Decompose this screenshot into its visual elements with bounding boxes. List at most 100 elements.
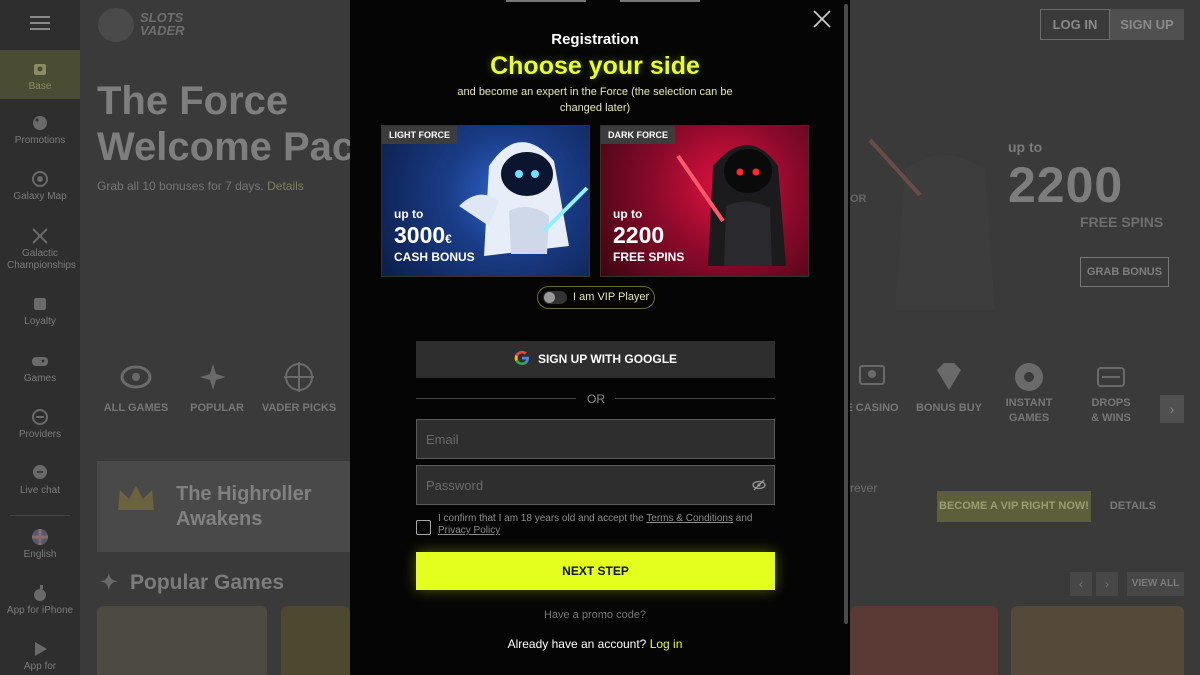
dark-amount: 2200 (613, 222, 665, 248)
sidebar-item-label: Promotions (14, 135, 66, 146)
popular-games-heading: ✦ Popular Games (100, 570, 284, 595)
eye-slash-icon[interactable] (752, 478, 766, 492)
modal-login-link[interactable]: Log in (650, 637, 683, 651)
category-label: VADER PICKS (261, 402, 337, 414)
close-icon[interactable] (811, 8, 833, 30)
light-force-card[interactable]: LIGHT FORCE up to 3000€ CASH BONUS (381, 125, 590, 277)
dark-upto: up to (613, 207, 643, 221)
vip-player-toggle[interactable]: I am VIP Player (537, 286, 655, 309)
header-signup-button[interactable]: SIGN UP (1110, 9, 1184, 40)
privacy-policy-link[interactable]: Privacy Policy (438, 525, 500, 536)
google-signup-label: SIGN UP WITH GOOGLE (537, 352, 678, 366)
password-field[interactable] (416, 465, 775, 505)
sidebar-item-app-iphone[interactable]: App for iPhone (0, 584, 80, 616)
sidebar-item-base[interactable]: Base (0, 50, 80, 99)
category-drops-wins[interactable]: DROPS & WINS (1079, 360, 1143, 426)
category-all-games[interactable]: ALL GAMES (102, 360, 170, 414)
modal-headline: Choose your side (490, 52, 700, 80)
vip-banner-title: The Highroller Awakens (176, 482, 312, 532)
crosshair-icon (284, 362, 314, 392)
view-all-button[interactable]: VIEW ALL (1127, 572, 1184, 596)
popular-title: Popular Games (130, 571, 285, 594)
terms-and: and (735, 513, 753, 524)
sidebar-item-label: Galactic Championships (7, 248, 76, 271)
sidebar-item-live-chat[interactable]: Live chat (0, 464, 80, 496)
uk-flag-icon (32, 529, 48, 545)
instant-games-icon (1015, 363, 1043, 391)
game-thumbnail[interactable] (97, 606, 267, 675)
become-vip-button[interactable]: BECOME A VIP RIGHT NOW! (937, 491, 1091, 522)
vip-details-button[interactable]: DETAILS (1100, 491, 1166, 522)
sidebar-item-loyalty[interactable]: Loyalty (0, 295, 80, 327)
terms-conditions-link[interactable]: Terms & Conditions (646, 513, 733, 524)
light-bonus-label: CASH BONUS (394, 250, 475, 264)
vip-switch[interactable] (543, 291, 567, 304)
popular-prev-button[interactable]: ‹ (1070, 572, 1092, 596)
sidebar-item-games[interactable]: Games (0, 352, 80, 384)
sidebar-item-label: Providers (18, 429, 62, 440)
terms-text: I confirm that I am 18 years old and acc… (438, 513, 768, 537)
category-label: INSTANT GAMES (1005, 397, 1053, 424)
home-icon (34, 64, 46, 75)
vader-logo-icon (98, 8, 134, 42)
light-force-tag: LIGHT FORCE (382, 126, 457, 144)
sidebar-item-app-android[interactable]: App for (0, 640, 80, 672)
promo-code-link[interactable]: Have a promo code? (350, 609, 840, 621)
google-signup-button[interactable]: SIGN UP WITH GOOGLE (416, 341, 775, 378)
sidebar-item-label: Galaxy Map (13, 191, 67, 202)
game-thumbnail[interactable] (850, 606, 998, 675)
category-label: POPULAR (190, 402, 244, 414)
sidebar-item-providers[interactable]: Providers (0, 408, 80, 440)
sidebar-item-label: Loyalty (24, 316, 56, 327)
sidebar: Base Promotions Galaxy Map Galactic Cham… (0, 0, 80, 675)
popular-next-button[interactable]: › (1096, 572, 1118, 596)
category-live-casino[interactable]: E CASINO (843, 360, 901, 414)
light-amount: 3000€ (394, 221, 452, 253)
sidebar-item-galactic-championships[interactable]: Galactic Championships (0, 227, 80, 272)
category-popular[interactable]: POPULAR (186, 360, 248, 414)
sidebar-item-galaxy-map[interactable]: Galaxy Map (0, 170, 80, 202)
promotions-icon (33, 116, 47, 130)
hamburger-menu-icon[interactable] (30, 16, 50, 30)
registration-modal: Registration Choose your side and become… (350, 0, 850, 675)
category-instant-games[interactable]: INSTANT GAMES (998, 360, 1060, 426)
hero-subtitle: Grab all 10 bonuses for 7 days. Details (97, 179, 304, 193)
sidebar-item-label: Live chat (19, 485, 61, 496)
hero-amount-label: FREE SPINS (1080, 214, 1164, 230)
or-divider-right (615, 398, 775, 399)
sidebar-item-label: English (23, 549, 57, 560)
category-vader-picks[interactable]: VADER PICKS (260, 360, 338, 414)
or-label: OR (587, 392, 605, 406)
game-thumbnail[interactable] (281, 606, 350, 675)
diamond-icon (937, 363, 961, 390)
dark-force-card[interactable]: DARK FORCE up to 2200 FREE SPINS (600, 125, 809, 277)
category-bonus-buy[interactable]: BONUS BUY (914, 360, 984, 414)
modal-scrollbar-thumb[interactable] (844, 4, 848, 624)
logo-text-line2: VADER (140, 23, 185, 38)
grab-bonus-button[interactable]: GRAB BONUS (1080, 257, 1169, 287)
hero-title-line2: Welcome Pac (97, 125, 355, 169)
hero-details-link[interactable]: Details (267, 179, 304, 193)
modal-top-edge (620, 0, 700, 2)
game-thumbnail[interactable] (1011, 606, 1184, 675)
sidebar-item-promotions[interactable]: Promotions (0, 114, 80, 146)
galaxy-icon (120, 365, 152, 389)
terms-prefix: I confirm that I am 18 years old and acc… (438, 513, 644, 524)
sparkle-icon: ✦ (100, 571, 118, 594)
play-icon (35, 642, 47, 656)
light-amount-value: 3000 (394, 222, 446, 248)
light-amount-currency: € (445, 232, 452, 246)
category-label: BONUS BUY (915, 402, 982, 414)
light-upto: up to (394, 207, 424, 221)
terms-checkbox[interactable] (416, 520, 431, 535)
dark-warrior-illustration (676, 145, 786, 266)
galaxy-map-icon (32, 171, 48, 187)
sidebar-item-language[interactable]: English (0, 528, 80, 560)
header-login-button[interactable]: LOG IN (1040, 9, 1110, 40)
categories-next-button[interactable]: › (1160, 395, 1184, 423)
hero-title: The Force Welcome Pac (97, 78, 357, 170)
email-field[interactable] (416, 419, 775, 459)
next-step-button[interactable]: NEXT STEP (416, 552, 775, 590)
site-logo[interactable]: SLOTS VADER (98, 8, 208, 42)
or-divider-left (416, 398, 576, 399)
